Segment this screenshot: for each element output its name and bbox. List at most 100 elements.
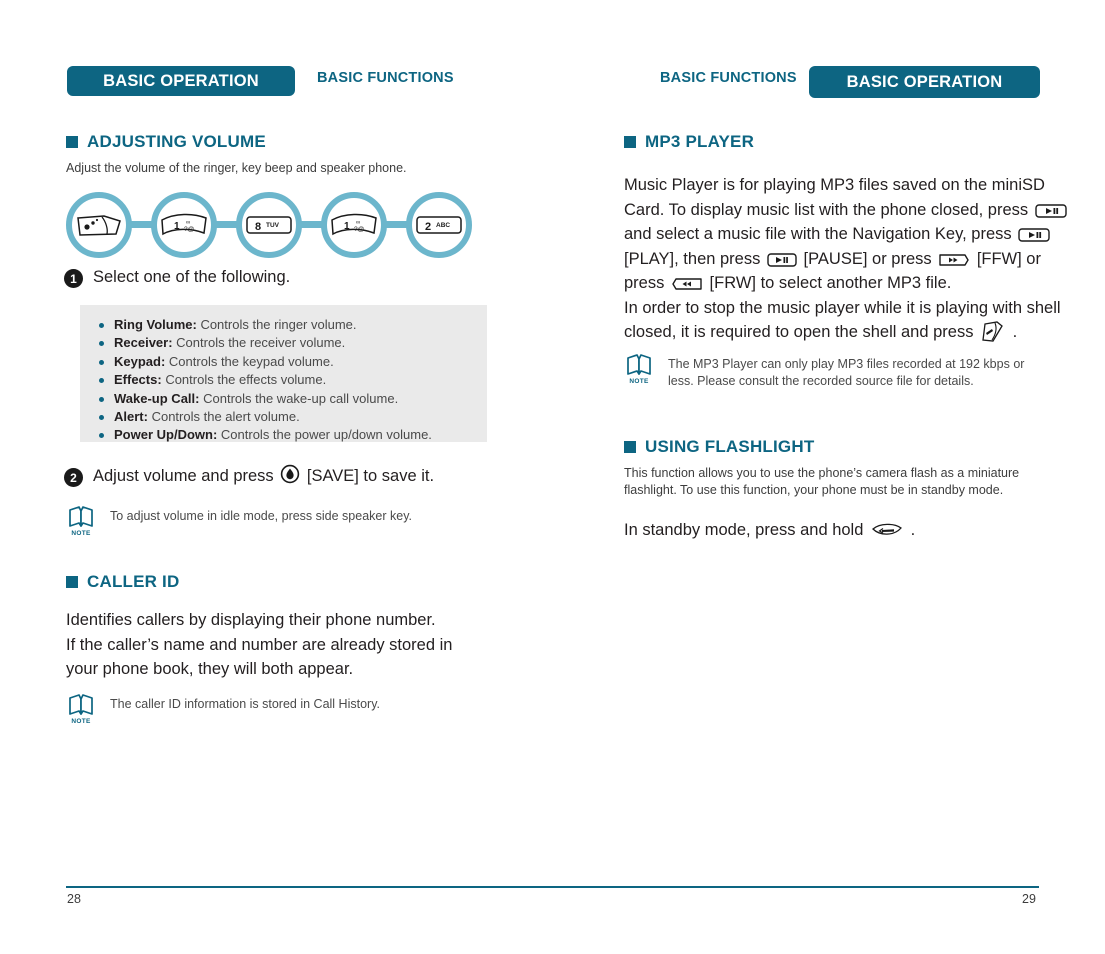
option-label: Alert:: [114, 409, 148, 425]
option-desc: Controls the ringer volume.: [200, 317, 357, 332]
option-desc: Controls the receiver volume.: [176, 335, 346, 351]
svg-text:?@: ?@: [354, 226, 365, 233]
manual-page-spread: BASIC OPERATION BASIC FUNCTIONS BASIC FU…: [0, 0, 1105, 954]
caller-id-line-2: If the caller’s name and number are alre…: [66, 635, 453, 654]
list-item: Wake-up Call: Controls the wake-up call …: [99, 390, 487, 408]
section-heading-adjusting-volume: ADJUSTING VOLUME: [66, 132, 266, 152]
option-label: Receiver:: [114, 335, 173, 351]
note-text-line-2: less. Please consult the recorded source…: [668, 374, 974, 388]
section-title-text: ADJUSTING VOLUME: [87, 132, 266, 151]
header-tab-basic-operation-right: BASIC OPERATION: [809, 66, 1040, 98]
option-desc: Controls the keypad volume.: [168, 353, 334, 369]
section-title-text: USING FLASHLIGHT: [645, 437, 815, 456]
key-step-2: 2 ABC: [406, 192, 472, 258]
mp3-line-2: Card. To display music list with the pho…: [624, 198, 1084, 223]
volume-options-box: Ring Volume: Controls the ringer volume.…: [80, 305, 487, 442]
menu-key-icon: [77, 215, 121, 236]
note-icon-wrap: NOTE: [66, 693, 96, 725]
list-item: Alert: Controls the alert volume.: [99, 408, 487, 426]
key-step-1b: 1 ∞ ?@: [321, 192, 387, 258]
keypad-1-key-icon: 1 ∞ ?@: [161, 213, 207, 236]
mp3-line-5-text-b: [FRW] to select another MP3 file.: [709, 274, 952, 292]
flashlight-intro-line-2: flashlight. To use this function, your p…: [624, 483, 1004, 497]
option-desc: Controls the effects volume.: [165, 372, 327, 388]
list-item: Keypad: Controls the keypad volume.: [99, 353, 487, 371]
note-text: To adjust volume in idle mode, press sid…: [110, 509, 413, 523]
mp3-line-4-text-a: [PLAY], then press: [624, 249, 761, 268]
step-2-text: Adjust volume and press [SAVE] to save i…: [93, 464, 434, 488]
save-key-icon: [281, 464, 300, 484]
step-2: 2 Adjust volume and press [SAVE] to save…: [64, 464, 434, 488]
caller-id-line-3: your phone book, they will both appear.: [66, 660, 354, 678]
key-step-1a: 1 ∞ ?@: [151, 192, 217, 258]
flashlight-intro-line-1: This function allows you to use the phon…: [624, 466, 1020, 480]
header-tab-basic-functions-right: BASIC FUNCTIONS: [660, 70, 797, 86]
menu-key-icon: [982, 321, 1003, 342]
note-text-line-1: The MP3 Player can only play MP3 files r…: [668, 357, 1025, 371]
note-caller-id: NOTE The caller ID information is stored…: [66, 693, 486, 725]
page-number-right: 29: [1022, 892, 1036, 906]
mp3-line-7-text: closed, it is required to open the shell…: [624, 323, 974, 341]
flashlight-instruction: In standby mode, press and hold .: [624, 518, 1094, 543]
section-bullet-square-icon: [66, 136, 78, 148]
volume-options-list: Ring Volume: Controls the ringer volume.…: [80, 305, 487, 445]
mp3-line-5-text-a: press: [624, 274, 665, 292]
mp3-line-1: Music Player is for playing MP3 files sa…: [624, 176, 1045, 194]
frw-key-icon: [672, 278, 702, 290]
svg-text:?@: ?@: [184, 226, 195, 233]
svg-text:8: 8: [255, 221, 261, 233]
side-camera-key-icon: [872, 523, 902, 535]
flashlight-intro: This function allows you to use the phon…: [624, 465, 1094, 499]
mp3-line-4-text-b: [PAUSE] or press: [803, 249, 932, 268]
svg-text:2: 2: [425, 221, 431, 233]
list-item: Power Up/Down: Controls the power up/dow…: [99, 426, 487, 444]
note-label: NOTE: [629, 378, 649, 385]
section-title-text: CALLER ID: [87, 572, 180, 591]
note-text: The caller ID information is stored in C…: [110, 697, 380, 711]
step-number-badge: 1: [64, 269, 83, 288]
section-bullet-square-icon: [66, 576, 78, 588]
caller-id-body: Identifies callers by displaying their p…: [66, 608, 536, 682]
option-desc: Controls the wake-up call volume.: [203, 390, 399, 406]
note-book-icon: [69, 694, 93, 715]
option-label: Keypad:: [114, 353, 166, 369]
option-label: Effects:: [114, 372, 162, 388]
adjusting-volume-intro: Adjust the volume of the ringer, key bee…: [66, 161, 407, 175]
svg-text:1: 1: [174, 221, 180, 232]
mp3-line-5: press [FRW] to select another MP3 file.: [624, 271, 1084, 296]
play-pause-key-icon: [1035, 203, 1067, 218]
section-bullet-square-icon: [624, 136, 636, 148]
mp3-line-7: closed, it is required to open the shell…: [624, 320, 1084, 345]
pause-key-icon: [767, 252, 797, 267]
key-step-8: 8 TUV: [236, 192, 302, 258]
header-tab-basic-operation-left: BASIC OPERATION: [67, 66, 295, 96]
mp3-player-body: Music Player is for playing MP3 files sa…: [624, 173, 1084, 345]
mp3-line-3-text: and select a music file with the Navigat…: [624, 225, 1012, 243]
note-label: NOTE: [71, 718, 91, 725]
step-1: 1 Select one of the following.: [64, 265, 290, 289]
flashlight-instruction-period: .: [910, 521, 916, 539]
mp3-line-7-period: .: [1012, 323, 1018, 341]
list-item: Receiver: Controls the receiver volume.: [99, 334, 487, 352]
note-mp3-player: NOTE The MP3 Player can only play MP3 fi…: [624, 353, 1079, 390]
svg-text:1: 1: [344, 221, 350, 232]
section-heading-using-flashlight: USING FLASHLIGHT: [624, 437, 814, 457]
option-label: Power Up/Down:: [114, 427, 218, 443]
section-heading-caller-id: CALLER ID: [66, 572, 179, 592]
step-2-text-after: [SAVE] to save it.: [306, 467, 435, 485]
step-2-text-before: Adjust volume and press: [93, 467, 274, 485]
svg-text:ABC: ABC: [436, 222, 450, 229]
note-label: NOTE: [71, 530, 91, 537]
note-adjusting-volume: NOTE To adjust volume in idle mode, pres…: [66, 505, 486, 537]
section-heading-mp3-player: MP3 PLAYER: [624, 132, 754, 152]
caller-id-line-1: Identifies callers by displaying their p…: [66, 611, 436, 629]
header-tab-basic-functions-left: BASIC FUNCTIONS: [317, 70, 454, 86]
play-pause-key-icon: [1018, 228, 1050, 242]
step-1-text: Select one of the following.: [93, 268, 291, 286]
key-step-menu: [66, 192, 132, 258]
svg-text:TUV: TUV: [266, 222, 280, 229]
note-book-icon: [627, 354, 651, 375]
mp3-line-2-text: Card. To display music list with the pho…: [624, 200, 1029, 219]
mp3-line-4-text-c: [FFW] or: [976, 249, 1041, 268]
keypad-1-key-icon: 1 ∞ ?@: [331, 213, 377, 236]
